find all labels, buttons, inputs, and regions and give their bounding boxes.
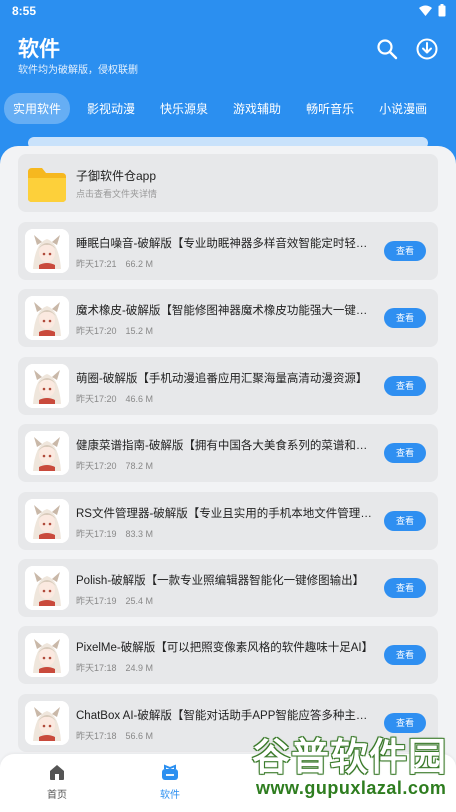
item-size: 24.9 M: [125, 663, 154, 673]
status-bar: 8:55: [0, 0, 456, 22]
anime-avatar-icon: [25, 364, 69, 408]
list-item[interactable]: Polish-破解版【一款专业照编辑器智能化一键修图输出】 昨天17:19 25.4…: [18, 559, 438, 617]
anime-avatar-icon: [25, 701, 69, 745]
item-size: 83.3 M: [125, 529, 154, 539]
anime-avatar-icon: [25, 633, 69, 677]
list-item[interactable]: 萌圈-破解版【手机动漫追番应用汇聚海量高清动漫资源】 昨天17:20 46.6 M 查…: [18, 357, 438, 415]
app-icon: [25, 229, 69, 273]
battery-icon: [438, 4, 446, 17]
watermark: 谷普软件园 www.gupuxlazal.com: [246, 724, 456, 812]
tab-music[interactable]: 畅听音乐: [298, 93, 362, 124]
item-meta: 昨天17:18 24.9 M: [76, 661, 153, 674]
status-time: 8:55: [12, 4, 37, 18]
item-size: 46.6 M: [125, 394, 154, 404]
list-item[interactable]: 魔术橡皮-破解版【智能修图神器魔术橡皮功能强大一键消除】 昨天17:20 15.2 …: [18, 289, 438, 347]
item-meta: 昨天17:20 78.2 M: [76, 459, 153, 472]
tab-game-assist[interactable]: 游戏辅助: [225, 93, 289, 124]
view-button[interactable]: 查看: [384, 308, 426, 328]
tab-utility[interactable]: 实用软件: [4, 92, 71, 124]
watermark-text: 谷普软件园: [252, 737, 448, 779]
item-time: 昨天17:20: [76, 326, 117, 336]
anime-avatar-icon: [25, 499, 69, 543]
list-item[interactable]: RS文件管理器-破解版【专业且实用的手机本地文件管理工具】 昨天17:19 83.3…: [18, 492, 438, 550]
item-name: ChatBox AI-破解版【智能对话助手APP智能应答多种主题】: [76, 710, 374, 722]
anime-avatar-icon: [25, 431, 69, 475]
anime-avatar-icon: [25, 229, 69, 273]
search-icon[interactable]: [376, 38, 398, 60]
item-time: 昨天17:20: [76, 394, 117, 404]
item-name: Polish-破解版【一款专业照编辑器智能化一键修图输出】: [76, 575, 365, 587]
item-size: 56.6 M: [125, 731, 154, 741]
status-icons: [419, 4, 446, 17]
software-icon: [162, 764, 178, 780]
nav-home-label: 首页: [47, 790, 67, 801]
item-size: 66.2 M: [125, 259, 154, 269]
category-tabs: 实用软件 影视动漫 快乐源泉 游戏辅助 畅听音乐 小说漫画: [4, 92, 444, 124]
item-time: 昨天17:19: [76, 529, 117, 539]
page-title: 软件: [18, 38, 60, 61]
folder-icon: [28, 168, 66, 202]
item-size: 25.4 M: [125, 596, 154, 606]
item-name: 睡眠白噪音-破解版【专业助眠神器多样音效智能定时轻松入眠】: [76, 238, 374, 250]
anime-avatar-icon: [25, 296, 69, 340]
download-icon[interactable]: [416, 38, 438, 60]
item-name: 萌圈-破解版【手机动漫追番应用汇聚海量高清动漫资源】: [76, 373, 368, 385]
watermark-url: www.gupuxlazal.com: [256, 778, 447, 798]
tab-novel-comic[interactable]: 小说漫画: [371, 93, 435, 124]
folder-title: 子御软件仓app: [76, 169, 157, 183]
app-icon: [25, 499, 69, 543]
list-item[interactable]: 睡眠白噪音-破解版【专业助眠神器多样音效智能定时轻松入眠】 昨天17:21 66.2…: [18, 222, 438, 280]
app-icon: [25, 633, 69, 677]
anime-avatar-icon: [25, 566, 69, 610]
view-button[interactable]: 查看: [384, 511, 426, 531]
view-button[interactable]: 查看: [384, 645, 426, 665]
view-button[interactable]: 查看: [384, 241, 426, 261]
list-item[interactable]: PixelMe-破解版【可以把照变像素风格的软件趣味十足AI】 昨天17:18 24…: [18, 626, 438, 684]
tab-video-anime[interactable]: 影视动漫: [79, 93, 143, 124]
view-button[interactable]: 查看: [384, 443, 426, 463]
app-icon: [25, 566, 69, 610]
app-icon: [25, 364, 69, 408]
view-button[interactable]: 查看: [384, 376, 426, 396]
item-meta: 昨天17:19 25.4 M: [76, 594, 153, 607]
wifi-icon: [419, 5, 432, 16]
nav-software-label: 软件: [160, 790, 180, 801]
app-icon: [25, 296, 69, 340]
item-time: 昨天17:19: [76, 596, 117, 606]
home-icon: [50, 765, 64, 780]
item-name: PixelMe-破解版【可以把照变像素风格的软件趣味十足AI】: [76, 642, 374, 654]
app-icon: [25, 431, 69, 475]
item-name: 健康菜谱指南-破解版【拥有中国各大美食系列的菜谱和做法】: [76, 440, 374, 452]
item-time: 昨天17:21: [76, 259, 117, 269]
view-button[interactable]: 查看: [384, 578, 426, 598]
item-meta: 昨天17:20 15.2 M: [76, 324, 153, 337]
item-size: 15.2 M: [125, 326, 154, 336]
item-time: 昨天17:18: [76, 731, 117, 741]
nav-home[interactable]: 首页: [27, 762, 87, 801]
tab-fun[interactable]: 快乐源泉: [152, 93, 216, 124]
folder-subtitle: 点击查看文件夹详情: [76, 189, 158, 199]
item-meta: 昨天17:18 56.6 M: [76, 729, 153, 742]
item-name: 魔术橡皮-破解版【智能修图神器魔术橡皮功能强大一键消除】: [76, 305, 374, 317]
app-icon: [25, 701, 69, 745]
item-meta: 昨天17:19 83.3 M: [76, 527, 153, 540]
item-meta: 昨天17:21 66.2 M: [76, 257, 153, 270]
item-time: 昨天17:18: [76, 663, 117, 673]
item-meta: 昨天17:20 46.6 M: [76, 392, 153, 405]
item-time: 昨天17:20: [76, 461, 117, 471]
list-item[interactable]: 健康菜谱指南-破解版【拥有中国各大美食系列的菜谱和做法】 昨天17:20 78.2 …: [18, 424, 438, 482]
item-name: RS文件管理器-破解版【专业且实用的手机本地文件管理工具】: [76, 508, 374, 520]
item-size: 78.2 M: [125, 461, 154, 471]
page-subtitle: 软件均为破解版，侵权联删: [18, 65, 138, 76]
folder-card[interactable]: 子御软件仓app 点击查看文件夹详情: [18, 154, 438, 212]
nav-software[interactable]: 软件: [140, 762, 200, 801]
